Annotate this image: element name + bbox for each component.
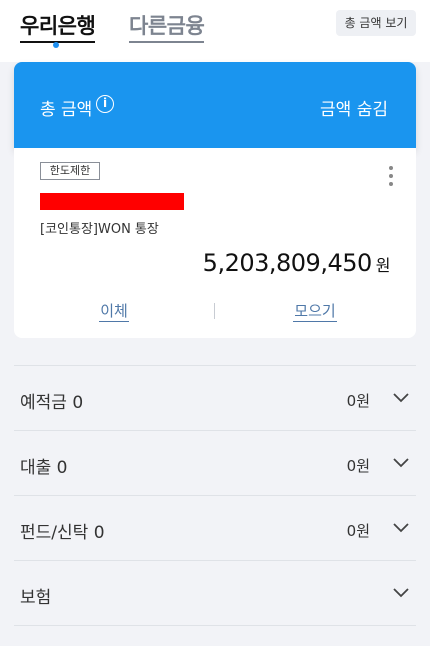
chevron-down-icon[interactable] — [392, 583, 410, 601]
active-tab-indicator — [53, 42, 59, 48]
account-card[interactable]: 한도제한 [코인통장]WON 통장 5,203,809,450 원 이체 모으기 — [14, 148, 416, 338]
limit-restriction-badge: 한도제한 — [40, 162, 100, 180]
category-label: 대출 0 — [20, 458, 68, 478]
top-tab-bar: 우리은행 다른금융 총 금액 보기 — [0, 0, 430, 62]
total-amount-view-button[interactable]: 총 금액 보기 — [336, 10, 416, 36]
chevron-down-icon[interactable] — [392, 518, 410, 536]
chevron-down-icon[interactable] — [392, 453, 410, 471]
tab-other-finance[interactable]: 다른금융 — [129, 10, 205, 43]
category-amount: 0원 — [346, 457, 370, 475]
list-bottom-divider — [14, 625, 416, 626]
more-vertical-icon[interactable] — [388, 166, 394, 186]
tab-woori-bank[interactable]: 우리은행 — [20, 10, 96, 43]
collect-button-label: 모으기 — [293, 302, 337, 322]
balance-unit: 원 — [375, 256, 391, 275]
collect-button[interactable]: 모으기 — [215, 300, 415, 322]
category-amount: 0원 — [346, 522, 370, 540]
hide-amount-button[interactable]: 금액 숨김 — [320, 95, 388, 120]
chevron-down-icon[interactable] — [392, 388, 410, 406]
account-name: [코인통장]WON 통장 — [40, 222, 159, 237]
category-label: 보험 — [20, 588, 52, 608]
transfer-button-label: 이체 — [99, 302, 129, 322]
balance-amount: 5,203,809,450 — [202, 249, 373, 277]
info-icon[interactable]: i — [96, 95, 114, 113]
redacted-account-number — [40, 193, 184, 210]
account-balance: 5,203,809,450 원 — [202, 249, 391, 277]
category-insurance[interactable]: 보험 — [14, 560, 416, 625]
category-loans[interactable]: 대출 0 0원 — [14, 430, 416, 495]
transfer-button[interactable]: 이체 — [14, 300, 214, 322]
category-amount: 0원 — [346, 392, 370, 410]
total-amount-banner: 총 금액 i 금액 숨김 — [14, 62, 416, 148]
total-amount-label: 총 금액 — [40, 100, 93, 120]
category-label: 펀드/신탁 0 — [20, 523, 105, 543]
category-deposits[interactable]: 예적금 0 0원 — [14, 365, 416, 430]
category-label: 예적금 0 — [20, 393, 84, 413]
category-funds-trusts[interactable]: 펀드/신탁 0 0원 — [14, 495, 416, 560]
